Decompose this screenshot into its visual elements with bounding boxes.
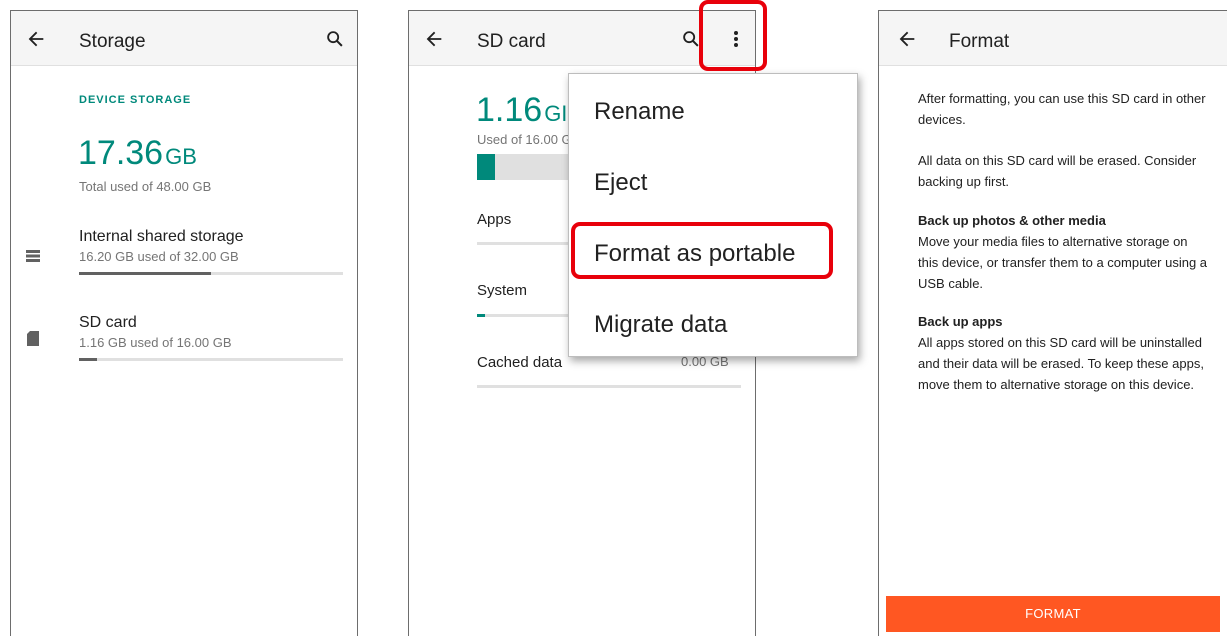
sd-card-icon — [27, 331, 39, 346]
back-arrow-icon[interactable] — [896, 28, 918, 50]
menu-item-eject[interactable]: Eject — [594, 169, 647, 197]
total-used-unit: GB — [165, 144, 197, 169]
storage-icon — [26, 250, 40, 262]
backup-apps-heading: Back up apps — [918, 314, 1003, 329]
format-warning-text: All data on this SD card will be erased.… — [918, 153, 1197, 189]
backup-media-section: Back up photos & other media Move your m… — [918, 210, 1208, 294]
format-screen: Format After formatting, you can use thi… — [878, 10, 1227, 636]
sd-used-unit: GI — [544, 101, 568, 126]
sd-card-bar — [79, 358, 343, 361]
sd-card-title: SD card — [79, 314, 137, 331]
back-arrow-icon[interactable] — [25, 28, 47, 50]
back-arrow-icon[interactable] — [423, 28, 445, 50]
sd-card-bar-fill — [79, 358, 98, 361]
device-storage-heading: DEVICE STORAGE — [79, 94, 192, 106]
page-title: Storage — [79, 31, 146, 52]
total-used-number: 17.36 — [78, 134, 164, 172]
sd-card-usage: 1.16 GB used of 16.00 GB — [79, 335, 232, 350]
category-label: Cached data — [477, 354, 563, 371]
sd-used-number: 1.16 — [476, 91, 543, 129]
sd-used-value: 1.16GI — [476, 91, 567, 130]
format-button[interactable]: FORMAT — [886, 596, 1220, 632]
sd-usage-bar-fill — [477, 154, 495, 180]
search-icon[interactable] — [324, 28, 346, 50]
category-label: Apps — [477, 211, 512, 228]
menu-item-migrate-data[interactable]: Migrate data — [594, 311, 727, 339]
backup-apps-body: All apps stored on this SD card will be … — [918, 335, 1204, 392]
format-option-highlight — [571, 222, 833, 279]
total-used-value: 17.36GB — [78, 134, 197, 173]
total-used-label: Total used of 48.00 GB — [79, 179, 212, 194]
sd-usage-bar — [477, 154, 577, 180]
internal-storage-usage: 16.20 GB used of 32.00 GB — [79, 249, 239, 264]
internal-storage-bar — [79, 272, 343, 275]
format-app-bar: Format — [879, 11, 1227, 66]
page-title: SD card — [477, 31, 546, 52]
backup-media-body: Move your media files to alternative sto… — [918, 234, 1208, 291]
format-intro-text: After formatting, you can use this SD ca… — [918, 91, 1206, 127]
storage-app-bar: Storage — [11, 11, 357, 66]
sd-used-label: Used of 16.00 G — [477, 132, 572, 147]
backup-media-heading: Back up photos & other media — [918, 213, 1106, 228]
backup-apps-section: Back up apps All apps stored on this SD … — [918, 311, 1208, 395]
internal-storage-title: Internal shared storage — [79, 228, 244, 245]
page-title: Format — [949, 31, 1010, 52]
category-bar-fill — [477, 314, 485, 317]
overflow-menu: Rename Eject Format as portable Migrate … — [568, 73, 858, 357]
category-label: System — [477, 282, 528, 299]
storage-screen: Storage DEVICE STORAGE 17.36GB Total use… — [10, 10, 358, 636]
internal-storage-bar-fill — [79, 272, 211, 275]
menu-item-rename[interactable]: Rename — [594, 98, 685, 126]
category-bar — [477, 385, 741, 388]
more-options-highlight — [699, 0, 767, 71]
